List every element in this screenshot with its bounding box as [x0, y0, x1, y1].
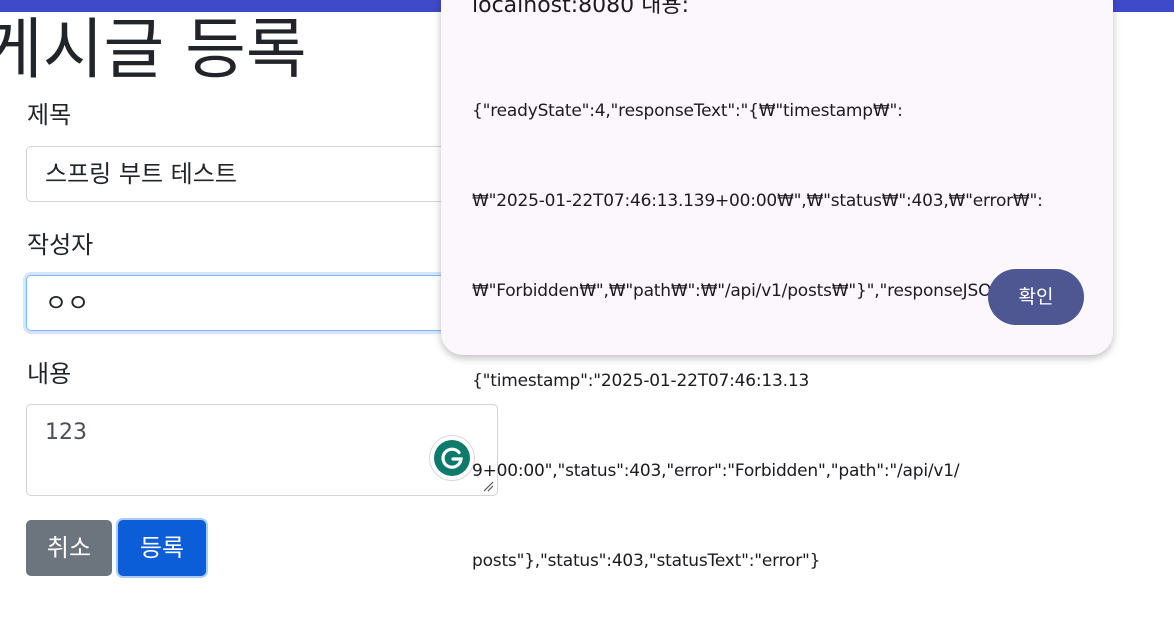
dialog-message-line: ₩"2025-01-22T07:46:13.139+00:00₩",₩"stat… [472, 191, 1043, 211]
dialog-message-line: {"timestamp":"2025-01-22T07:46:13.13 [472, 371, 810, 391]
dialog-ok-button[interactable]: 확인 [988, 269, 1084, 325]
submit-button[interactable]: 등록 [118, 520, 206, 576]
dialog-title: localhost:8080 내용: [472, 0, 690, 18]
title-label: 제목 [27, 101, 72, 129]
dialog-message-line: ₩"Forbidden₩",₩"path₩":₩"/api/v1/posts₩"… [472, 281, 1017, 301]
dialog-message-line: 9+00:00","status":403,"error":"Forbidden… [472, 461, 960, 481]
alert-dialog: localhost:8080 내용: {"readyState":4,"resp… [441, 0, 1113, 571]
grammarly-g-icon [441, 447, 463, 469]
grammarly-icon-badge [434, 440, 470, 476]
dialog-message: {"readyState":4,"responseText":"{₩"times… [472, 36, 1062, 634]
grammarly-icon[interactable] [430, 436, 474, 480]
dialog-message-line: {"readyState":4,"responseText":"{₩"times… [472, 101, 903, 121]
author-input[interactable]: ㅇㅇ [26, 275, 496, 331]
title-input[interactable]: 스프링 부트 테스트 [26, 146, 496, 202]
content-label: 내용 [27, 360, 72, 388]
dialog-message-line: posts"},"status":403,"statusText":"error… [472, 551, 821, 571]
cancel-button[interactable]: 취소 [26, 520, 112, 576]
author-label: 작성자 [27, 231, 94, 259]
content-textarea[interactable]: 123 [26, 404, 498, 496]
page-title: 게시글 등록 [0, 11, 307, 88]
